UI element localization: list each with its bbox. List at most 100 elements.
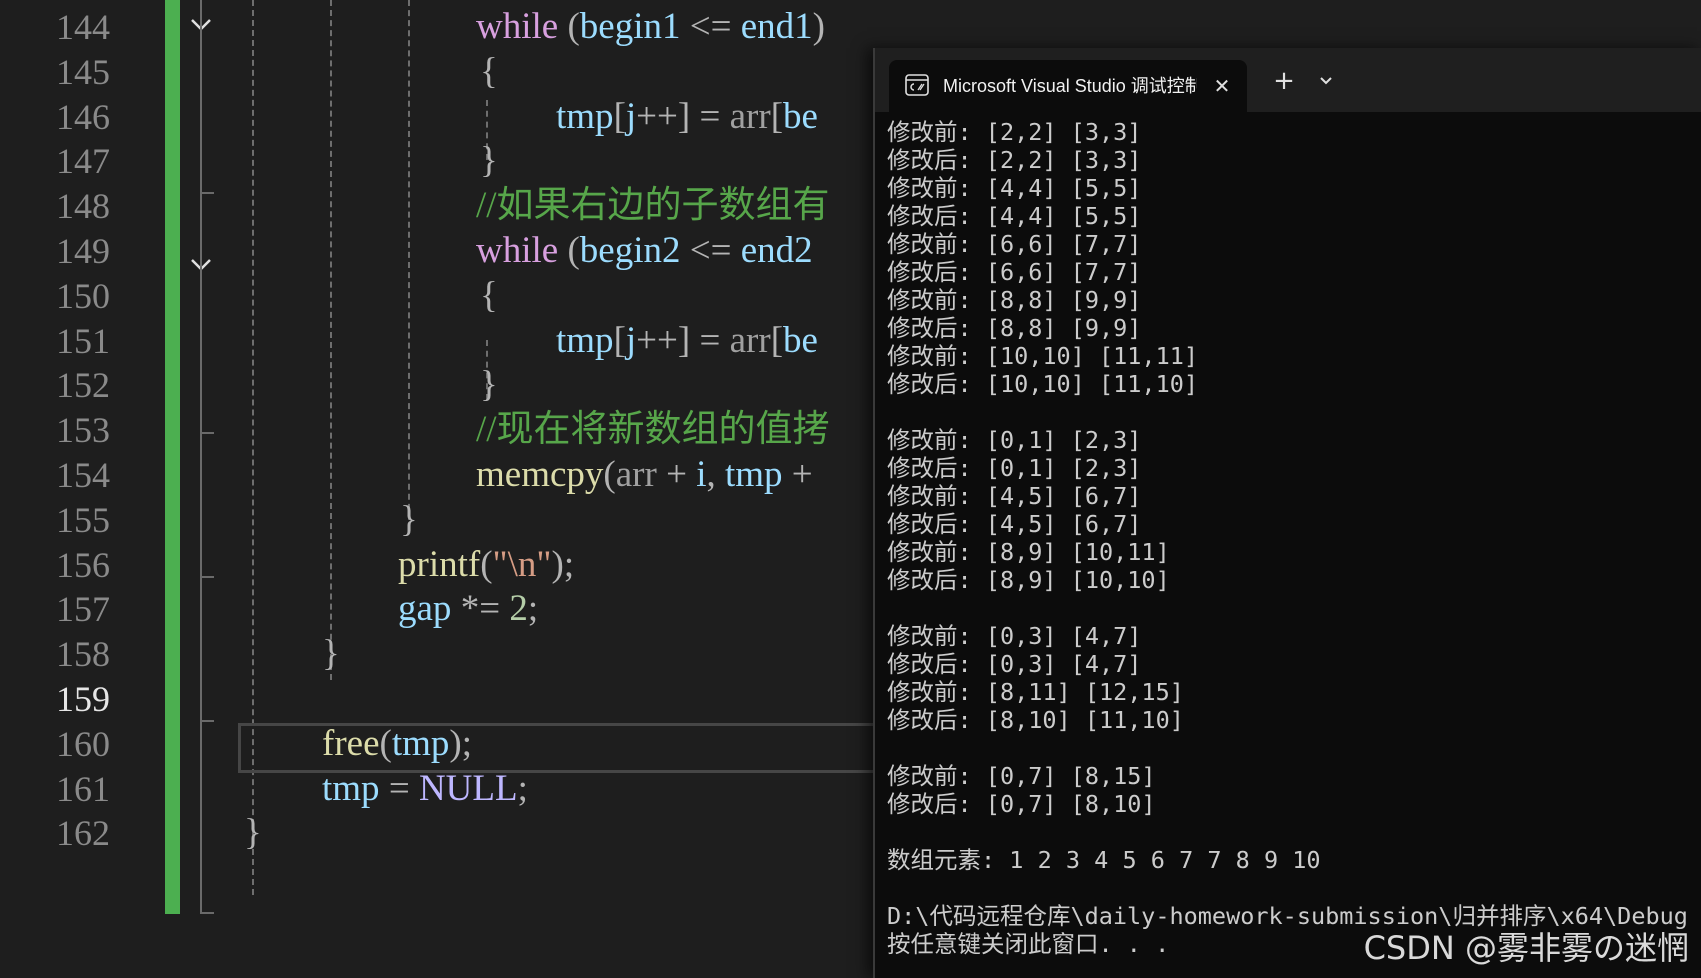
- operator: +: [782, 454, 813, 495]
- identifier: end1: [740, 6, 813, 47]
- identifier: j: [625, 320, 637, 361]
- console-line: 修改后: [10,10] [11,10]: [887, 370, 1199, 398]
- indent-guide: [408, 0, 410, 530]
- code-line[interactable]: //现在将新数组的值拷: [476, 406, 830, 454]
- punctuation: (: [558, 230, 580, 271]
- identifier: be: [783, 96, 818, 137]
- indent-guide: [330, 0, 332, 680]
- console-line: 修改后: [0,7] [8,10]: [887, 790, 1156, 818]
- code-line[interactable]: {: [480, 272, 498, 320]
- console-output[interactable]: 修改前: [2,2] [3,3] 修改后: [2,2] [3,3] 修改前: […: [887, 118, 1697, 968]
- identifier: tmp: [322, 768, 380, 809]
- line-number: 150: [56, 276, 110, 316]
- punctuation: ,: [706, 454, 725, 495]
- code-line[interactable]: tmp[j++] = arr[be: [556, 317, 818, 365]
- punctuation: }: [244, 812, 262, 853]
- code-line[interactable]: }: [400, 496, 418, 544]
- operator: +: [656, 454, 697, 495]
- line-number: 156: [56, 545, 110, 585]
- console-tab-title: Microsoft Visual Studio 调试控制台: [943, 76, 1197, 96]
- console-line: 修改前: [0,3] [4,7]: [887, 622, 1142, 650]
- console-line: 修改前: [0,1] [2,3]: [887, 426, 1142, 454]
- operator: =: [379, 768, 419, 809]
- code-line[interactable]: }: [244, 809, 262, 857]
- code-line[interactable]: //如果右边的子数组有: [476, 182, 830, 230]
- console-line: 修改前: [0,7] [8,15]: [887, 762, 1156, 790]
- operator: <=: [680, 230, 741, 271]
- line-number-current: 159: [56, 679, 110, 719]
- function-name: printf: [398, 544, 481, 585]
- code-line[interactable]: tmp[j++] = arr[be: [556, 93, 818, 141]
- debug-console-window[interactable]: Microsoft Visual Studio 调试控制台 ✕ + 修改前: […: [873, 48, 1701, 978]
- close-icon[interactable]: ✕: [1209, 73, 1235, 99]
- punctuation: (: [558, 6, 580, 47]
- punctuation: ;: [527, 588, 539, 629]
- console-line: 修改后: [8,10] [11,10]: [887, 706, 1184, 734]
- line-number: 153: [56, 410, 110, 450]
- outline-guide: [200, 192, 214, 194]
- line-number: 147: [56, 141, 110, 181]
- console-titlebar[interactable]: Microsoft Visual Studio 调试控制台 ✕ +: [875, 48, 1701, 112]
- comment: //如果右边的子数组有: [476, 185, 830, 226]
- line-number: 151: [56, 321, 110, 361]
- line-number: 160: [56, 724, 110, 764]
- console-line: 修改前: [10,10] [11,11]: [887, 342, 1199, 370]
- console-line: 修改前: [4,5] [6,7]: [887, 482, 1142, 510]
- watermark-text: CSDN @雾非雾の迷惘: [1363, 929, 1689, 967]
- code-line[interactable]: while (begin2 <= end2: [476, 227, 813, 275]
- line-number: 157: [56, 589, 110, 629]
- number-literal: 2: [509, 588, 528, 629]
- identifier: tmp: [724, 454, 783, 495]
- code-line[interactable]: free(tmp);: [322, 720, 472, 768]
- keyword: while: [476, 230, 559, 271]
- line-number: 149: [56, 231, 110, 271]
- punctuation: [: [613, 320, 626, 361]
- code-line[interactable]: }: [322, 630, 340, 678]
- plus-icon[interactable]: +: [1267, 64, 1301, 98]
- console-line: 修改前: [2,2] [3,3]: [887, 118, 1142, 146]
- chevron-down-icon[interactable]: [1313, 68, 1339, 94]
- operator: ++]: [636, 96, 700, 137]
- identifier: begin2: [579, 230, 681, 271]
- console-line: 修改前: [8,11] [12,15]: [887, 678, 1184, 706]
- line-number: 144: [56, 7, 110, 47]
- code-line[interactable]: memcpy(arr + i, tmp +: [476, 451, 813, 499]
- identifier: tmp: [391, 723, 450, 764]
- code-line[interactable]: }: [480, 361, 498, 409]
- identifier: arr: [729, 320, 771, 361]
- console-line: 修改后: [4,5] [6,7]: [887, 510, 1142, 538]
- keyword: while: [476, 6, 559, 47]
- console-tab[interactable]: Microsoft Visual Studio 调试控制台 ✕: [889, 60, 1247, 112]
- identifier: tmp: [556, 320, 614, 361]
- code-line[interactable]: printf("\n");: [398, 541, 574, 589]
- punctuation: [: [613, 96, 626, 137]
- line-number: 145: [56, 52, 110, 92]
- line-number: 162: [56, 813, 110, 853]
- terminal-icon: [905, 74, 929, 96]
- string-literal: "\n": [492, 544, 552, 585]
- console-line: 修改前: [6,6] [7,7]: [887, 230, 1142, 258]
- punctuation: }: [322, 633, 340, 674]
- code-line[interactable]: gap *= 2;: [398, 585, 538, 633]
- code-line[interactable]: while (begin1 <= end1): [476, 3, 825, 51]
- identifier: j: [625, 96, 637, 137]
- console-line: D:\代码远程仓库\daily-homework-submission\归并排序…: [887, 902, 1688, 930]
- outline-guide: [200, 720, 214, 722]
- code-line[interactable]: {: [480, 48, 498, 96]
- console-line: 修改前: [4,4] [5,5]: [887, 174, 1142, 202]
- code-line[interactable]: }: [480, 137, 498, 185]
- punctuation: }: [480, 140, 498, 181]
- code-line[interactable]: tmp = NULL;: [322, 765, 528, 813]
- comment: //现在将新数组的值拷: [476, 409, 830, 450]
- identifier: tmp: [556, 96, 614, 137]
- punctuation: }: [480, 364, 498, 405]
- punctuation: );: [551, 544, 575, 585]
- operator: ++]: [636, 320, 700, 361]
- identifier: be: [783, 320, 818, 361]
